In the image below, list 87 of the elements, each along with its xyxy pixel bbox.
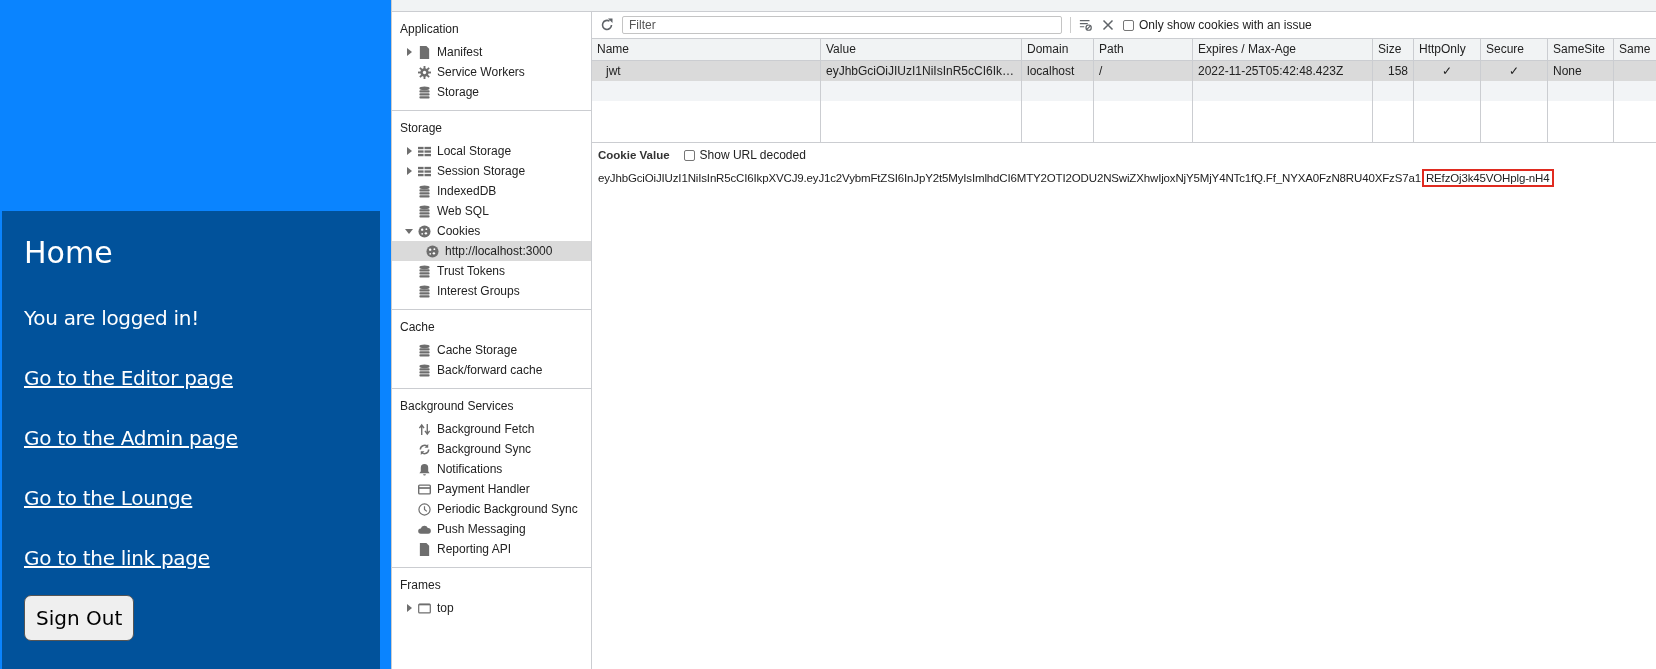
column-header[interactable]: Path	[1094, 39, 1193, 60]
up-down-arrows-icon	[418, 422, 431, 436]
table-cell: ✓	[1509, 64, 1519, 78]
document-icon	[418, 542, 431, 556]
document-icon	[418, 45, 431, 59]
sidebar-item[interactable]: Local Storage	[392, 141, 591, 161]
gear-icon	[418, 65, 431, 79]
section-header: Background Services	[400, 399, 514, 413]
sign-out-button[interactable]: Sign Out	[24, 595, 135, 641]
nav-link[interactable]: Go to the Editor page	[24, 366, 233, 390]
column-header[interactable]: Secure	[1481, 39, 1548, 60]
only-issues-checkbox[interactable]: Only show cookies with an issue	[1123, 18, 1312, 32]
login-message: You are logged in!	[24, 306, 199, 330]
table-cell: jwt	[606, 64, 621, 78]
expand-arrow-icon[interactable]	[404, 166, 414, 176]
sidebar-item[interactable]: Background Sync	[392, 439, 591, 459]
sidebar-item[interactable]: Notifications	[392, 459, 591, 479]
column-header[interactable]: Same	[1614, 39, 1656, 60]
column-header[interactable]: Value	[821, 39, 1022, 60]
expand-arrow-icon[interactable]	[404, 226, 414, 236]
section-header: Storage	[400, 121, 443, 135]
sidebar-item[interactable]: Service Workers	[392, 62, 591, 82]
table-cell: ✓	[1442, 64, 1452, 78]
table-cell: /	[1099, 64, 1103, 78]
expand-arrow-icon[interactable]	[404, 146, 414, 156]
column-header[interactable]: Expires / Max-Age	[1193, 39, 1373, 60]
database-icon	[418, 363, 431, 377]
sidebar-item[interactable]: Storage	[392, 82, 591, 102]
expand-arrow-icon[interactable]	[404, 47, 414, 57]
table-cell: 158	[1387, 64, 1408, 78]
close-icon[interactable]	[1101, 18, 1115, 32]
sync-icon	[418, 442, 431, 456]
database-icon	[418, 85, 431, 99]
section-header: Frames	[400, 578, 441, 592]
database-icon	[418, 343, 431, 357]
sidebar-item[interactable]: Session Storage	[392, 161, 591, 181]
section-header: Cache	[400, 320, 435, 334]
cookie-value-text: eyJhbGciOiJIUzI1NiIsInR5cCI6IkpXVCJ9.eyJ1c2VybmFtZSI6InJpY2t5MyIsImlhdCI6MTY2OTI2ODU2NSwiZXhwIjoxNjY5MjY4NTc1fQ.Ff_NYXA0FzN8RU40XFzS7a1	[598, 172, 1421, 184]
refresh-icon[interactable]	[600, 18, 614, 32]
cookie-icon	[426, 244, 439, 258]
sidebar-item[interactable]: Push Messaging	[392, 519, 591, 539]
database-icon	[418, 184, 431, 198]
column-header[interactable]: Domain	[1022, 39, 1094, 60]
sidebar-item[interactable]: Cache Storage	[392, 340, 591, 360]
database-icon	[418, 264, 431, 278]
highlighted-token-text: REfzOj3k45VOHplg-nH4	[1421, 169, 1554, 187]
cookie-icon	[418, 224, 431, 238]
database-icon	[418, 204, 431, 218]
frame-icon	[418, 601, 431, 615]
sidebar-item[interactable]: Web SQL	[392, 201, 591, 221]
column-header[interactable]: Size	[1373, 39, 1414, 60]
grid-icon	[418, 164, 431, 178]
table-cell: None	[1553, 64, 1582, 78]
column-header[interactable]: HttpOnly	[1414, 39, 1481, 60]
sidebar-item[interactable]: http://localhost:3000	[392, 241, 591, 261]
expand-arrow-icon[interactable]	[404, 603, 414, 613]
column-header[interactable]: SameSite	[1548, 39, 1614, 60]
grid-icon	[418, 144, 431, 158]
sidebar-item[interactable]: top	[392, 598, 591, 618]
cookie-value-title: Cookie Value	[598, 149, 670, 161]
nav-link[interactable]: Go to the Lounge	[24, 486, 193, 510]
sidebar-item[interactable]: Cookies	[392, 221, 591, 241]
sidebar-item[interactable]: Back/forward cache	[392, 360, 591, 380]
nav-link[interactable]: Go to the Admin page	[24, 426, 238, 450]
clock-icon	[418, 502, 431, 516]
nav-link[interactable]: Go to the link page	[24, 546, 210, 570]
column-header[interactable]: Name	[592, 39, 821, 60]
show-url-decoded-checkbox[interactable]: Show URL decoded	[683, 148, 806, 162]
sidebar-item[interactable]: Background Fetch	[392, 419, 591, 439]
filter-field[interactable]: Filter	[622, 16, 1062, 34]
bell-icon	[418, 462, 431, 476]
sidebar-item[interactable]: Manifest	[392, 42, 591, 62]
sidebar-item[interactable]: Trust Tokens	[392, 261, 591, 281]
card-icon	[418, 482, 431, 496]
table-cell: eyJhbGciOiJIUzI1NiIsInR5cCI6Ik…	[826, 64, 1015, 78]
sidebar-item[interactable]: Reporting API	[392, 539, 591, 559]
sidebar-item[interactable]: Periodic Background Sync	[392, 499, 591, 519]
sidebar-item[interactable]: Interest Groups	[392, 281, 591, 301]
table-cell: localhost	[1027, 64, 1075, 78]
cookie-row[interactable]: jwt eyJhbGciOiJIUzI1NiIsInR5cCI6Ik… localhost / 2022-11-25T05:42:48.423Z 158 ✓ ✓ None	[592, 61, 1656, 81]
sidebar-item[interactable]: IndexedDB	[392, 181, 591, 201]
page-title: Home	[24, 235, 113, 270]
table-cell: 2022-11-25T05:42:48.423Z	[1198, 64, 1344, 78]
clear-filtered-icon[interactable]	[1079, 18, 1093, 32]
sidebar-item[interactable]: Payment Handler	[392, 479, 591, 499]
section-header: Application	[400, 22, 459, 36]
database-icon	[418, 284, 431, 298]
